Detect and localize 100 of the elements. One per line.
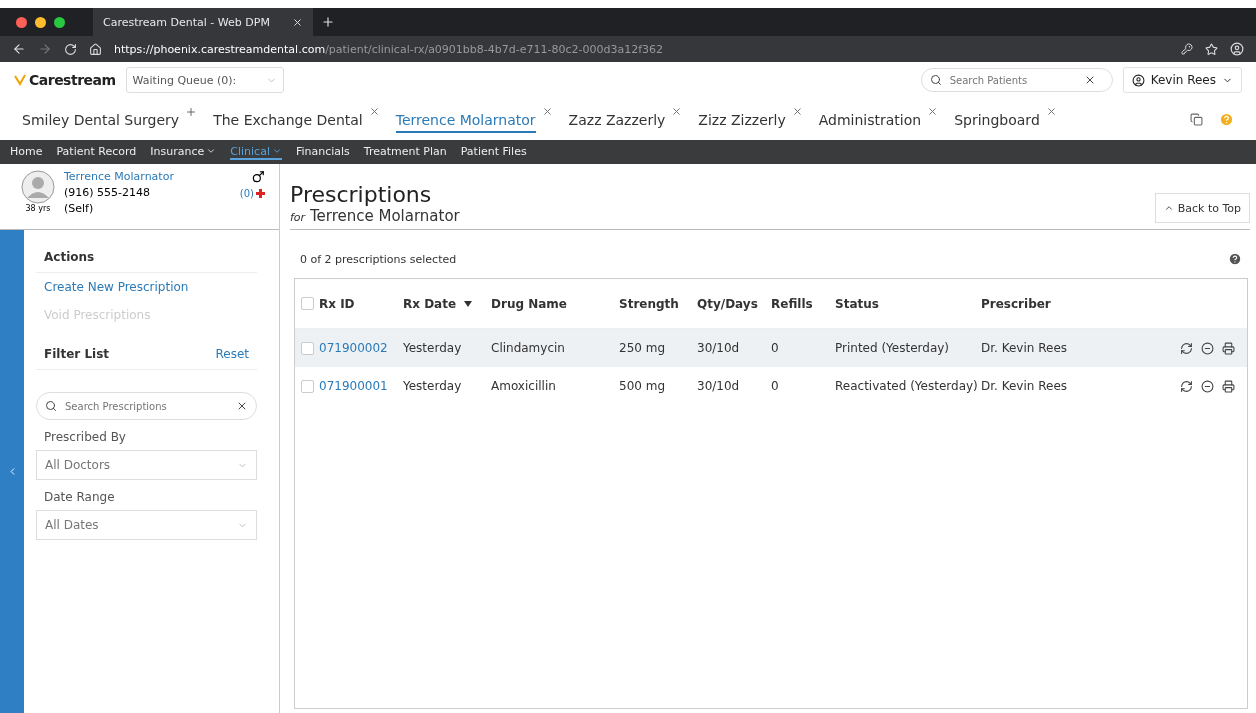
chevron-up-icon [1163,203,1174,213]
sort-arrow-icon [464,300,473,307]
forward-icon[interactable] [38,42,52,56]
table-cell-text: 0 [771,341,780,355]
close-icon[interactable] [541,105,553,117]
logo: Carestream [14,72,116,88]
reload-icon[interactable] [64,42,77,56]
filter-dropdown[interactable]: All Doctors [36,450,257,480]
rx-id-link[interactable]: 071900002 [319,341,403,355]
search-icon [929,74,942,86]
table-cell-text: 250 mg [619,341,667,355]
table-cell-text: Yesterday [403,379,463,393]
column-header[interactable]: Qty/Days [697,296,771,311]
chevron-down-icon [206,146,217,156]
avatar-icon [21,170,55,204]
table-cell-text: 500 mg [619,379,667,393]
relation-text: (Self) [64,202,95,215]
age-text: 38 yrs [25,204,51,213]
close-icon[interactable] [1045,105,1057,117]
alerts-count[interactable]: (0) [239,188,254,199]
row-checkbox[interactable] [301,341,314,355]
column-header[interactable]: Refills [771,296,835,311]
workspace-tab[interactable]: Terrence Molarnator [395,105,536,133]
page-subtitle: for Terrence Molarnator [290,207,460,225]
filter-dropdown[interactable]: All Dates [36,510,257,540]
nav-item[interactable]: Patient Files [460,144,527,160]
column-header[interactable]: Rx ID [319,296,403,311]
table-cell-text: Clindamycin [491,341,566,355]
maximize-window-icon [54,16,65,28]
help-icon[interactable] [1228,252,1242,266]
column-header[interactable]: Strength [619,296,697,311]
column-header[interactable]: Status [835,296,981,311]
workspace-tab[interactable]: Zazz Zazzerly [568,105,666,133]
clear-icon[interactable] [236,400,248,412]
renew-icon[interactable] [1180,379,1193,393]
chevron-down-icon [271,146,282,156]
column-header[interactable]: Prescriber [981,296,1109,311]
close-icon[interactable] [671,105,683,117]
nav-item[interactable]: Treatment Plan [363,144,447,160]
table-cell-text: Printed (Yesterday) [835,341,951,355]
section-title: Actions [44,250,95,264]
nav-item[interactable]: Home [10,144,43,160]
minimize-window-icon [35,16,46,28]
rx-id-link[interactable]: 071900001 [319,379,403,393]
back-to-top-button[interactable]: Back to Top [1154,193,1250,223]
waiting-queue-dropdown[interactable]: Waiting Queue (0): [125,67,284,93]
workspace-tab[interactable]: Zizz Zizzerly [698,105,786,133]
section-title: Filter List [44,347,110,361]
print-icon[interactable] [1222,379,1235,393]
workspace-tab[interactable]: Smiley Dental Surgery [22,105,180,133]
close-icon[interactable] [927,105,939,117]
row-checkbox[interactable] [301,379,314,393]
key-icon[interactable] [1181,43,1193,55]
print-icon[interactable] [1222,341,1235,355]
profile-icon[interactable] [1230,42,1244,56]
table-cell-text: Yesterday [403,341,463,355]
add-icon[interactable] [185,105,198,118]
new-tab-icon[interactable] [321,15,335,29]
user-menu-button[interactable]: Kevin Rees [1122,67,1242,93]
table-cell-text: 0 [771,379,780,393]
workspace-tab[interactable]: Springboard [954,105,1040,133]
reset-link[interactable]: Reset [215,347,249,361]
user-icon [1131,73,1145,87]
close-icon[interactable] [368,105,380,117]
nav-item[interactable]: Insurance [150,144,217,160]
patient-name-link[interactable]: Terrence Molarnator [64,170,240,183]
table-cell-text: Reactivated (Yesterday) [835,379,979,393]
page-title: Prescriptions [290,182,433,207]
close-window-icon [16,16,27,28]
action-link[interactable]: Create New Prescription [36,273,257,301]
workspace-tab[interactable]: The Exchange Dental [213,105,363,133]
renew-icon[interactable] [1180,341,1193,355]
nav-item[interactable]: Financials [295,144,350,160]
table-cell-text: Amoxicillin [491,379,557,393]
medical-cross-icon [256,189,265,198]
search-icon [45,400,57,412]
table-cell-text: 30/10d [697,379,741,393]
male-icon [251,170,265,184]
workspace-tab[interactable]: Administration [818,105,922,133]
void-icon[interactable] [1201,341,1214,355]
table-cell-text: Dr. Kevin Rees [981,379,1069,393]
back-icon[interactable] [12,42,26,56]
select-all-checkbox[interactable] [301,297,314,310]
close-icon[interactable] [791,105,803,117]
void-icon[interactable] [1201,379,1214,393]
browser-tab[interactable]: Carestream Dental - Web DPM [93,8,313,36]
phone-text: (916) 555-2148 [64,186,152,199]
windows-icon[interactable] [1190,112,1203,126]
table-cell-text: Dr. Kevin Rees [981,341,1069,355]
column-header[interactable]: Drug Name [491,296,619,311]
nav-item[interactable]: Patient Record [56,144,137,160]
field-label: Date Range [43,489,116,506]
star-icon[interactable] [1205,42,1218,56]
home-icon[interactable] [89,42,102,56]
close-icon[interactable] [292,16,303,28]
column-header[interactable]: Rx Date [403,296,491,311]
selection-count: 0 of 2 prescriptions selected [300,252,457,266]
field-label: Prescribed By [43,429,127,446]
nav-item[interactable]: Clinical [230,144,282,160]
table-cell-text: 30/10d [697,341,741,355]
